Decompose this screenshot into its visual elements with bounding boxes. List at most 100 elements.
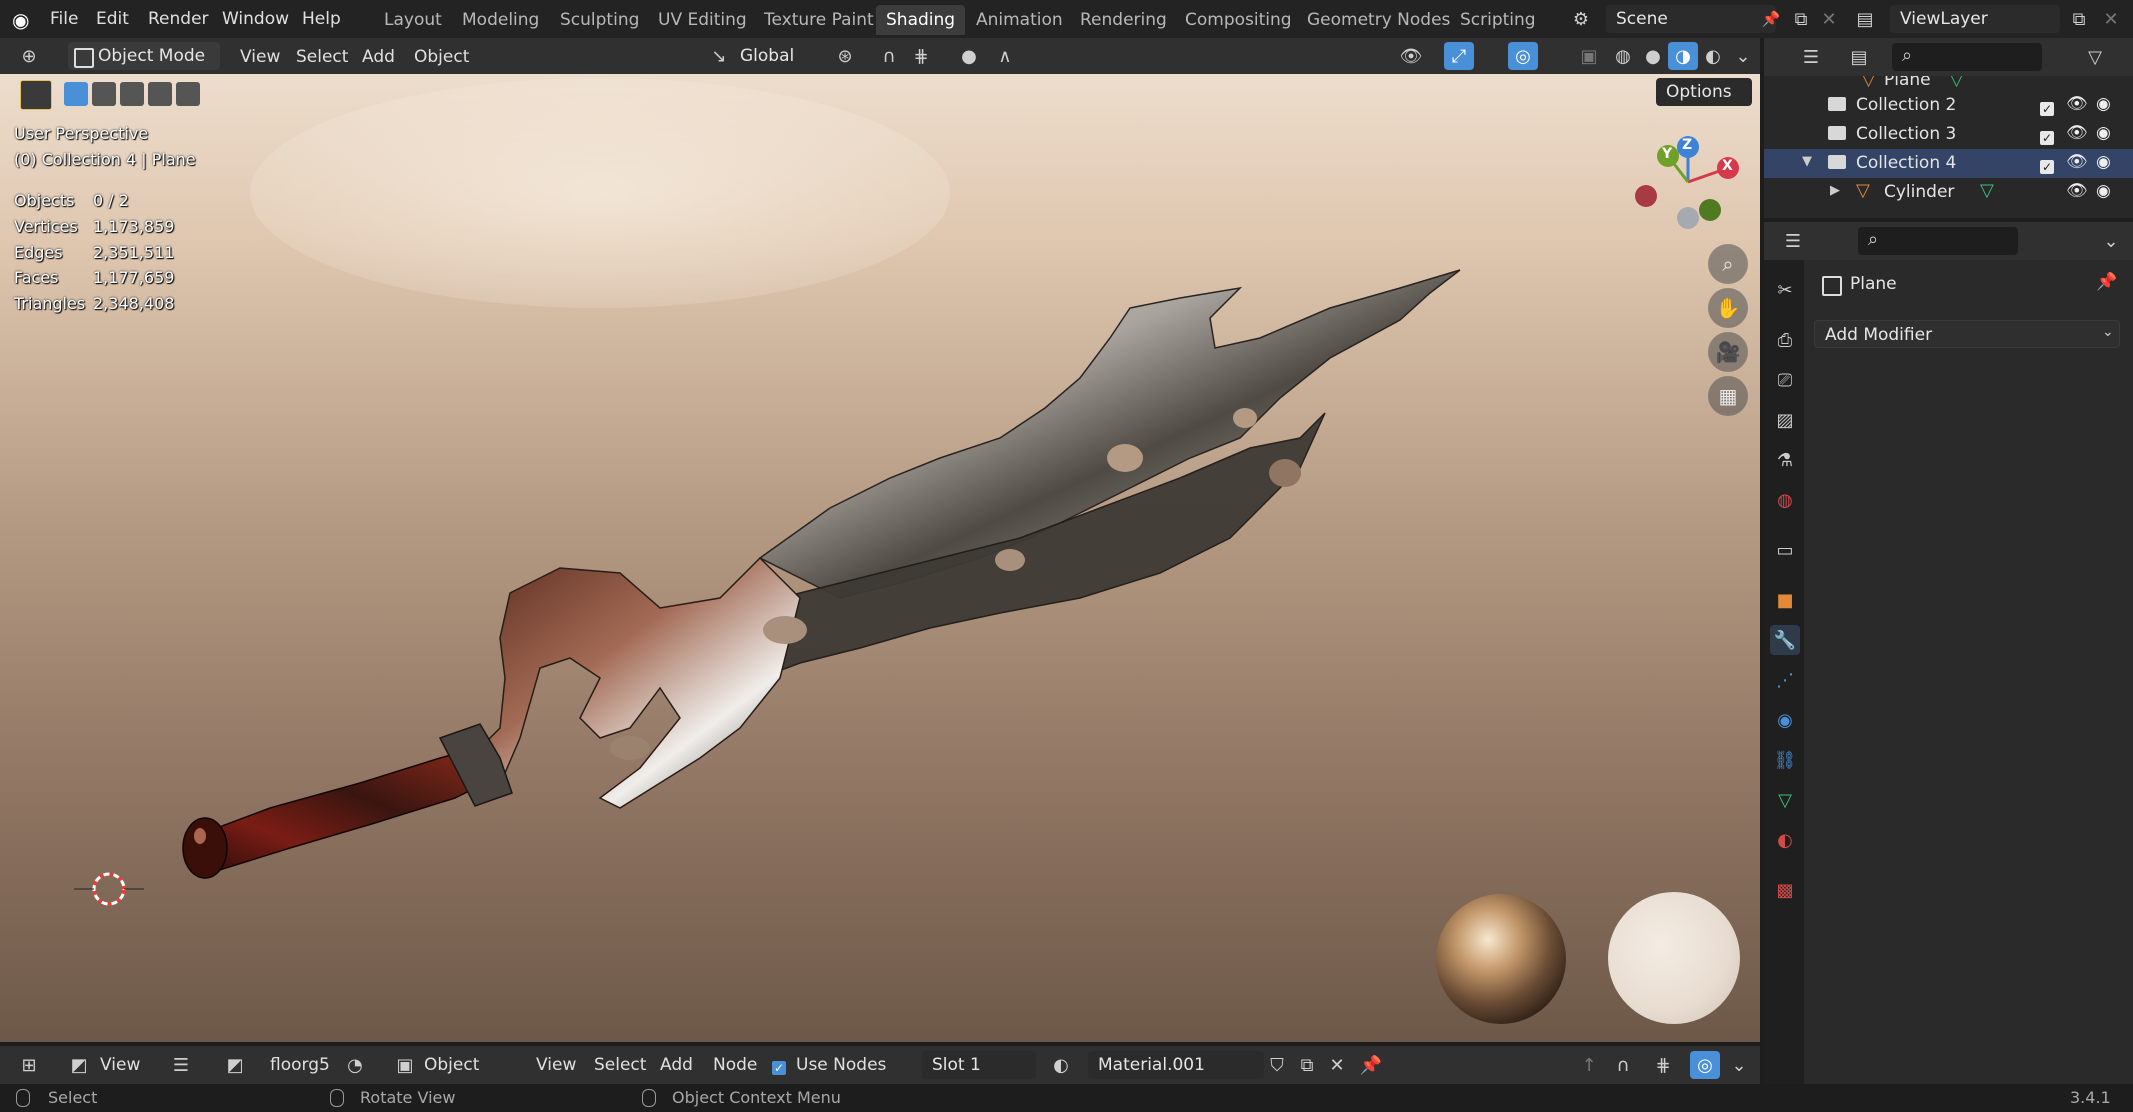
sword-model[interactable]	[0, 38, 1760, 1042]
3d-cursor-icon[interactable]	[74, 864, 144, 914]
mesh-data-tab-icon[interactable]: ▽	[1770, 785, 1800, 815]
select-intersect-icon[interactable]	[176, 82, 200, 106]
shader-object-dropdown[interactable]: Object	[424, 1054, 479, 1076]
outliner-row-collection-4[interactable]: ▼ Collection 4 ✓ 👁 ◉	[1764, 149, 2133, 178]
hamburger-menu-icon[interactable]: ☰	[166, 1051, 196, 1079]
tab-uv-editing[interactable]: UV Editing	[648, 5, 757, 35]
particles-tab-icon[interactable]: ⋰	[1770, 665, 1800, 695]
add-modifier-dropdown[interactable]: Add Modifier	[1814, 320, 2120, 348]
viewport-menu-view[interactable]: View	[240, 46, 280, 68]
outliner-row-cylinder[interactable]: ▶ ▽ Cylinder ▽ 👁 ◉	[1764, 178, 2133, 207]
exclude-checkbox[interactable]: ✓	[2040, 98, 2054, 118]
filter-icon[interactable]: ▽	[2080, 43, 2110, 71]
render-tab-icon[interactable]: ⎙	[1770, 325, 1800, 355]
world-tab-icon[interactable]: ◍	[1770, 485, 1800, 515]
material-tab-icon[interactable]: ◐	[1770, 825, 1800, 855]
shading-options-icon[interactable]: ⌄	[1728, 42, 1758, 70]
snap-icon[interactable]: ∩	[874, 42, 904, 70]
material-preview-icon[interactable]: ◑	[1668, 42, 1698, 70]
tab-rendering[interactable]: Rendering	[1070, 5, 1177, 35]
world-name-field[interactable]: floorg5	[270, 1054, 330, 1076]
snap-grid-icon[interactable]: ⋕	[1648, 1051, 1678, 1079]
node-view-dropdown[interactable]: View	[100, 1054, 140, 1076]
outliner-row-plane[interactable]: Plane ▽ ▽	[1764, 76, 2133, 90]
new-scene-icon[interactable]: ⧉	[1786, 5, 1816, 33]
view-layer-icon[interactable]: ▤	[1850, 5, 1880, 33]
exclude-checkbox[interactable]: ✓	[2040, 127, 2054, 147]
proportional-edit-icon[interactable]: ●	[954, 42, 984, 70]
scene-field[interactable]: Scene	[1606, 5, 1776, 33]
pin-icon[interactable]: 📌	[1756, 5, 1786, 33]
viewport-menu-add[interactable]: Add	[362, 46, 395, 68]
tab-layout[interactable]: Layout	[374, 5, 452, 35]
camera-view-icon[interactable]: 🎥	[1708, 332, 1748, 372]
select-subtract-icon[interactable]	[120, 82, 144, 106]
select-box-tool-icon[interactable]	[20, 80, 52, 110]
node-editor-type-icon[interactable]: ⊞	[14, 1051, 44, 1079]
select-new-icon[interactable]	[64, 82, 88, 106]
xray-icon[interactable]: ▣	[1574, 42, 1604, 70]
output-tab-icon[interactable]: ⎚	[1770, 365, 1800, 395]
rendered-shading-icon[interactable]: ◐	[1698, 42, 1728, 70]
tab-modeling[interactable]: Modeling	[452, 5, 549, 35]
properties-options-icon[interactable]: ⌄	[2096, 227, 2126, 255]
exclude-checkbox[interactable]: ✓	[2040, 156, 2054, 176]
pan-hand-icon[interactable]: ✋	[1708, 288, 1748, 328]
scene-icon[interactable]: ⚙	[1566, 5, 1596, 33]
eye-icon[interactable]: 👁	[2066, 152, 2088, 172]
material-browse-icon[interactable]: ◐	[1046, 1051, 1076, 1079]
solid-shading-icon[interactable]: ●	[1638, 42, 1668, 70]
world-shader-icon[interactable]: ◩	[64, 1051, 94, 1079]
node-menu-view[interactable]: View	[536, 1054, 576, 1076]
outliner-editor-type-icon[interactable]: ☰	[1796, 43, 1826, 71]
object-tab-icon[interactable]: ■	[1770, 585, 1800, 615]
material-name-field[interactable]: Material.001	[1088, 1051, 1264, 1079]
camera-render-icon[interactable]: ◉	[2096, 123, 2111, 143]
node-menu-add[interactable]: Add	[660, 1054, 693, 1076]
image-browse-icon[interactable]: ◩	[220, 1051, 250, 1079]
tab-scripting[interactable]: Scripting	[1450, 5, 1546, 35]
editor-type-icon[interactable]: ⊕	[14, 42, 44, 70]
pin-node-tree-icon[interactable]: 📌	[1356, 1051, 1386, 1079]
gizmo-toggle-icon[interactable]: ⤢	[1444, 42, 1474, 70]
duplicate-material-icon[interactable]: ⧉	[1292, 1051, 1322, 1079]
select-invert-icon[interactable]	[148, 82, 172, 106]
menu-edit[interactable]: Edit	[90, 7, 135, 31]
snap-target-icon[interactable]: ⋕	[906, 42, 936, 70]
unlink-material-icon[interactable]: ✕	[1322, 1051, 1352, 1079]
camera-render-icon[interactable]: ◉	[2096, 181, 2111, 201]
physics-tab-icon[interactable]: ◉	[1770, 705, 1800, 735]
eye-icon[interactable]: 👁	[2066, 181, 2088, 201]
properties-editor-type-icon[interactable]: ☰	[1778, 227, 1808, 255]
pin-icon[interactable]: 📌	[2096, 272, 2117, 292]
zoom-icon[interactable]: ⌕	[1708, 244, 1748, 284]
tab-geometry-nodes[interactable]: Geometry Nodes	[1297, 5, 1460, 35]
tab-compositing[interactable]: Compositing	[1175, 5, 1302, 35]
view-layer-tab-icon[interactable]: ▨	[1770, 405, 1800, 435]
node-menu-select[interactable]: Select	[594, 1054, 646, 1076]
node-overlay-options-icon[interactable]: ⌄	[1724, 1051, 1754, 1079]
camera-render-icon[interactable]: ◉	[2096, 94, 2111, 114]
display-mode-icon[interactable]: ▤	[1844, 43, 1874, 71]
parent-node-icon[interactable]: ↑	[1574, 1051, 1604, 1079]
expand-arrow-icon[interactable]: ▶	[1830, 183, 1840, 198]
properties-search-input[interactable]	[1858, 227, 2018, 255]
modifier-tab-icon[interactable]: 🔧	[1770, 625, 1800, 655]
menu-help[interactable]: Help	[296, 7, 347, 31]
options-dropdown[interactable]: Options	[1656, 78, 1752, 106]
select-extend-icon[interactable]	[92, 82, 116, 106]
node-overlay-icon[interactable]: ◎	[1690, 1051, 1720, 1079]
new-view-layer-icon[interactable]: ⧉	[2064, 5, 2094, 33]
3d-viewport[interactable]	[0, 38, 1760, 1042]
collection-tab-icon[interactable]: ▭	[1770, 535, 1800, 565]
wireframe-shading-icon[interactable]: ◍	[1608, 42, 1638, 70]
use-nodes-checkbox[interactable]: ✓	[772, 1057, 786, 1077]
viewport-menu-select[interactable]: Select	[296, 46, 348, 68]
delete-view-layer-icon[interactable]: ✕	[2096, 5, 2126, 33]
camera-render-icon[interactable]: ◉	[2096, 152, 2111, 172]
tab-texture-paint[interactable]: Texture Paint	[754, 5, 884, 35]
node-snap-icon[interactable]: ∩	[1608, 1051, 1638, 1079]
view-layer-field[interactable]: ViewLayer	[1890, 5, 2060, 33]
transform-orientation-dropdown[interactable]: Global	[730, 42, 816, 70]
visibility-icon[interactable]: 👁	[1396, 42, 1426, 70]
